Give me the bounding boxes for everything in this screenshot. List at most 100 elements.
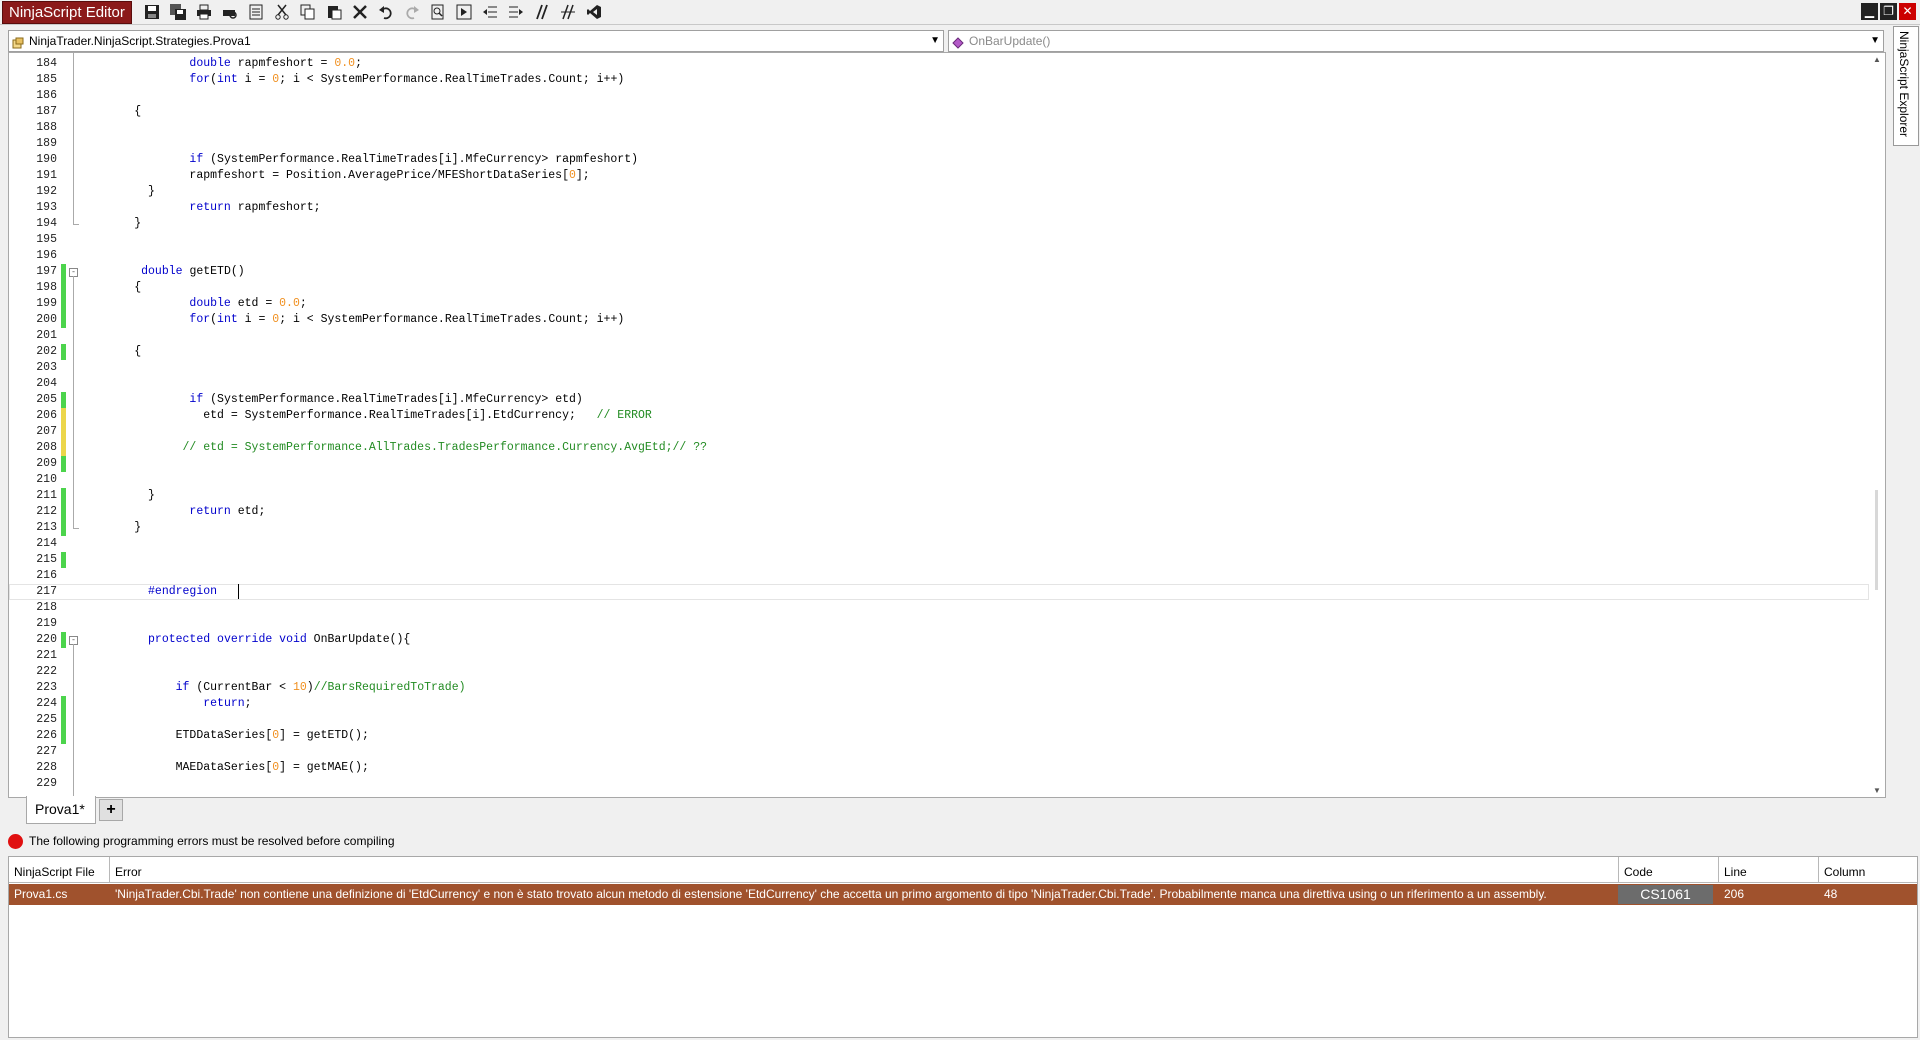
code-line-195[interactable]: 195 [9, 232, 1869, 248]
vertical-scrollbar[interactable]: ▲ ▼ [1869, 53, 1885, 797]
templates-icon[interactable] [245, 2, 267, 22]
find-icon[interactable] [427, 2, 449, 22]
column-header-line[interactable]: Line [1719, 857, 1819, 883]
redo-icon[interactable] [401, 2, 423, 22]
code-line-191[interactable]: 191 rapmfeshort = Position.AveragePrice/… [9, 168, 1869, 184]
code-editor[interactable]: 184 double rapmfeshort = 0.0; 185 for(int… [8, 52, 1886, 798]
visual-studio-icon[interactable] [583, 2, 605, 22]
minimize-icon[interactable]: ▁ [1861, 3, 1878, 20]
code-line-203[interactable]: 203 [9, 360, 1869, 376]
column-header-error[interactable]: Error [110, 857, 1619, 883]
code-line-211[interactable]: 211 } [9, 488, 1869, 504]
code-line-223[interactable]: 223 if (CurrentBar < 10)//BarsRequiredTo… [9, 680, 1869, 696]
restore-icon[interactable]: ❐ [1880, 3, 1897, 20]
line-number: 206 [36, 409, 57, 422]
undo-icon[interactable] [375, 2, 397, 22]
outdent-icon[interactable] [479, 2, 501, 22]
code-line-199[interactable]: 199 double etd = 0.0; [9, 296, 1869, 312]
ninjascript-explorer-tab[interactable]: NinjaScript Explorer [1893, 26, 1919, 146]
cut-icon[interactable] [271, 2, 293, 22]
change-marker [61, 696, 66, 712]
code-line-207[interactable]: 207 [9, 424, 1869, 440]
code-line-227[interactable]: 227 [9, 744, 1869, 760]
chevron-down-icon: ▼ [1870, 35, 1880, 46]
comment-icon[interactable] [531, 2, 553, 22]
copy-icon[interactable] [297, 2, 319, 22]
code-line-205[interactable]: 205 if (SystemPerformance.RealTimeTrades… [9, 392, 1869, 408]
code-line-220[interactable]: 220- protected override void OnBarUpdate… [9, 632, 1869, 648]
code-line-216[interactable]: 216 [9, 568, 1869, 584]
code-line-229[interactable]: 229 [9, 776, 1869, 792]
scroll-up-icon[interactable]: ▲ [1873, 55, 1881, 64]
line-number: 211 [36, 489, 57, 502]
save-icon[interactable] [141, 2, 163, 22]
code-line-193[interactable]: 193 return rapmfeshort; [9, 200, 1869, 216]
tab-prova1[interactable]: Prova1* [26, 796, 96, 824]
code-line-201[interactable]: 201 [9, 328, 1869, 344]
class-selector[interactable]: NinjaTrader.NinjaScript.Strategies.Prova… [8, 30, 944, 52]
code-line-224[interactable]: 224 return; [9, 696, 1869, 712]
method-selector-value: OnBarUpdate() [969, 34, 1051, 48]
code-line-188[interactable]: 188 [9, 120, 1869, 136]
code-line-221[interactable]: 221 [9, 648, 1869, 664]
code-line-204[interactable]: 204 [9, 376, 1869, 392]
code-line-212[interactable]: 212 return etd; [9, 504, 1869, 520]
code-line-214[interactable]: 214 [9, 536, 1869, 552]
column-header-file[interactable]: NinjaScript File [9, 857, 110, 883]
scroll-down-icon[interactable]: ▼ [1873, 786, 1881, 795]
code-line-184[interactable]: 184 double rapmfeshort = 0.0; [9, 56, 1869, 72]
print-preview-icon[interactable] [219, 2, 241, 22]
code-line-225[interactable]: 225 [9, 712, 1869, 728]
code-line-210[interactable]: 210 [9, 472, 1869, 488]
code-line-192[interactable]: 192 } [9, 184, 1869, 200]
close-icon[interactable]: ✕ [1899, 3, 1916, 20]
add-tab-button[interactable]: + [99, 799, 123, 821]
code-line-218[interactable]: 218 [9, 600, 1869, 616]
code-line-215[interactable]: 215 [9, 552, 1869, 568]
code-line-189[interactable]: 189 [9, 136, 1869, 152]
code-line-213[interactable]: 213 } [9, 520, 1869, 536]
change-marker [61, 280, 66, 296]
code-line-206[interactable]: 206 etd = SystemPerformance.RealTimeTrad… [9, 408, 1869, 424]
code-line-202[interactable]: 202 { [9, 344, 1869, 360]
line-number: 192 [36, 185, 57, 198]
code-line-222[interactable]: 222 [9, 664, 1869, 680]
code-line-186[interactable]: 186 [9, 88, 1869, 104]
code-line-200[interactable]: 200 for(int i = 0; i < SystemPerformance… [9, 312, 1869, 328]
uncomment-icon[interactable] [557, 2, 579, 22]
column-header-code[interactable]: Code [1619, 857, 1719, 883]
code-line-217[interactable]: 217 #endregion [9, 584, 1869, 600]
line-number: 199 [36, 297, 57, 310]
code-line-209[interactable]: 209 [9, 456, 1869, 472]
code-line-198[interactable]: 198 { [9, 280, 1869, 296]
app-title[interactable]: NinjaScript Editor [2, 1, 132, 24]
line-number: 185 [36, 73, 57, 86]
error-code-badge[interactable]: CS1061 [1618, 885, 1713, 904]
code-line-197[interactable]: 197- double getETD() [9, 264, 1869, 280]
code-line-226[interactable]: 226 ETDDataSeries[0] = getETD(); [9, 728, 1869, 744]
code-line-228[interactable]: 228 MAEDataSeries[0] = getMAE(); [9, 760, 1869, 776]
method-selector[interactable]: OnBarUpdate() ▼ [948, 30, 1884, 52]
code-line-196[interactable]: 196 [9, 248, 1869, 264]
scroll-thumb[interactable] [1875, 490, 1878, 590]
indent-icon[interactable] [505, 2, 527, 22]
print-icon[interactable] [193, 2, 215, 22]
code-text: double etd = 0.0; [189, 297, 307, 310]
code-lines[interactable]: 184 double rapmfeshort = 0.0; 185 for(int… [9, 53, 1869, 797]
table-row[interactable]: Prova1.cs 'NinjaTrader.Cbi.Trade' non co… [9, 884, 1917, 905]
code-text: { [79, 345, 142, 358]
code-line-187[interactable]: 187 { [9, 104, 1869, 120]
compile-icon[interactable] [453, 2, 475, 22]
error-grid[interactable]: NinjaScript File Error Code Line Column … [8, 856, 1918, 1038]
code-line-219[interactable]: 219 [9, 616, 1869, 632]
paste-icon[interactable] [323, 2, 345, 22]
code-line-194[interactable]: 194 } [9, 216, 1869, 232]
code-line-185[interactable]: 185 for(int i = 0; i < SystemPerformance… [9, 72, 1869, 88]
code-text: } [79, 521, 142, 534]
change-marker [61, 712, 66, 728]
code-line-208[interactable]: 208 // etd = SystemPerformance.AllTrades… [9, 440, 1869, 456]
save-all-icon[interactable] [167, 2, 189, 22]
delete-icon[interactable] [349, 2, 371, 22]
code-line-190[interactable]: 190 if (SystemPerformance.RealTimeTrades… [9, 152, 1869, 168]
column-header-column[interactable]: Column [1819, 857, 1917, 883]
